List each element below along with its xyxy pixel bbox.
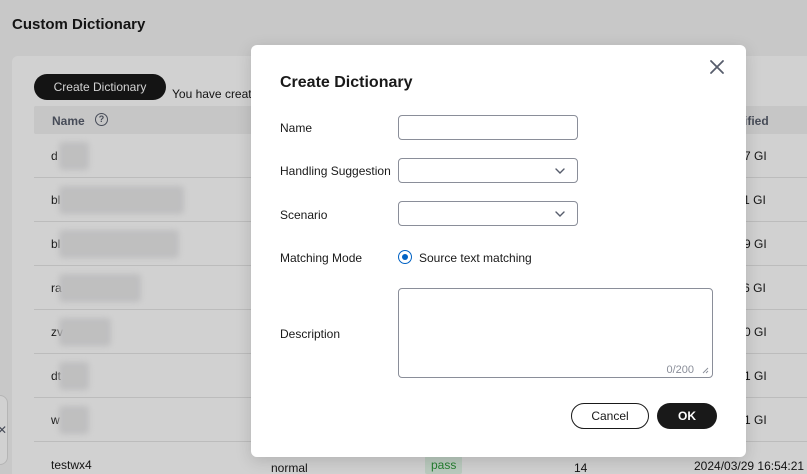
source-text-matching-label[interactable]: Source text matching — [419, 251, 532, 265]
description-label: Description — [280, 327, 341, 341]
cancel-button[interactable]: Cancel — [571, 403, 649, 429]
dialog-title: Create Dictionary — [280, 74, 413, 91]
create-dictionary-dialog: Create Dictionary Name Handling Suggesti… — [251, 45, 746, 457]
resize-handle-icon[interactable] — [702, 367, 709, 374]
description-textarea[interactable]: 0/200 — [398, 288, 713, 378]
name-input[interactable] — [398, 115, 578, 140]
chevron-down-icon — [555, 211, 565, 217]
matching-mode-label: Matching Mode — [280, 251, 363, 265]
character-counter: 0/200 — [666, 364, 694, 376]
scenario-label: Scenario — [280, 208, 328, 222]
source-text-matching-radio[interactable] — [398, 250, 412, 264]
ok-button[interactable]: OK — [657, 403, 717, 429]
handling-suggestion-select[interactable] — [398, 158, 578, 183]
chevron-down-icon — [555, 168, 565, 174]
scenario-select[interactable] — [398, 201, 578, 226]
close-icon[interactable] — [709, 59, 725, 75]
name-label: Name — [280, 121, 313, 135]
handling-suggestion-label: Handling Suggestion — [280, 164, 391, 178]
